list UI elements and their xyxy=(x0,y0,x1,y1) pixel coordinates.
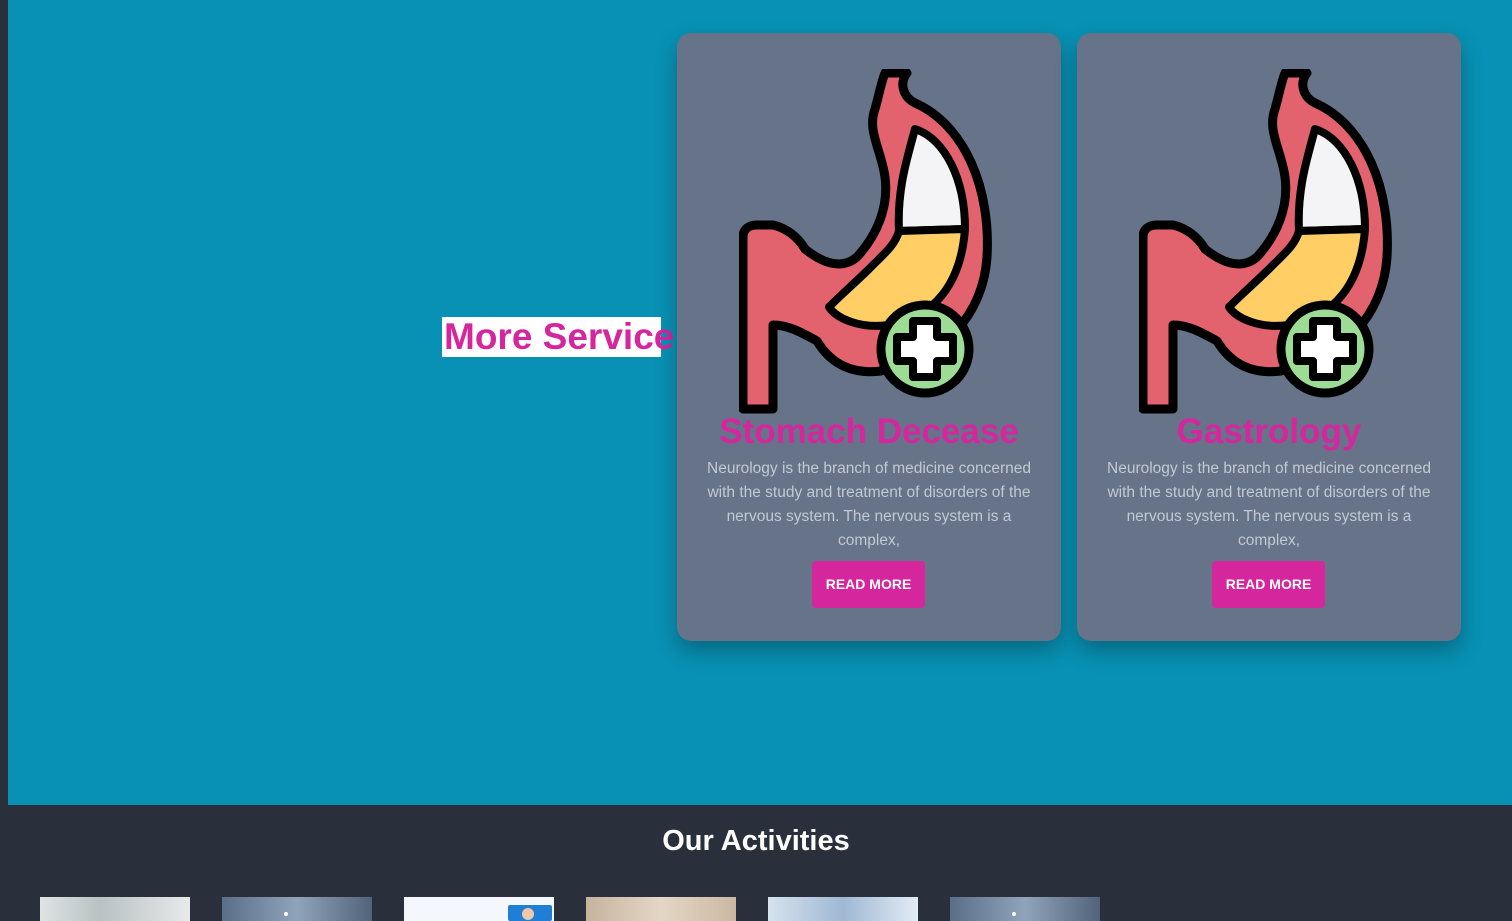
activity-photo[interactable] xyxy=(586,897,736,921)
activity-photo[interactable] xyxy=(404,897,554,921)
read-more-button[interactable]: READ MORE xyxy=(812,561,925,608)
service-card-description: Neurology is the branch of medicine conc… xyxy=(707,460,1031,549)
our-activities-section: Our Activities xyxy=(0,805,1512,921)
our-activities-heading: Our Activities xyxy=(662,825,850,857)
service-card-gastrology: Gastrology Neurology is the branch of me… xyxy=(1077,33,1461,641)
service-card-title: Gastrology xyxy=(1176,412,1362,451)
stomach-medical-icon xyxy=(1139,69,1399,415)
activity-photo[interactable] xyxy=(950,897,1100,921)
activity-photo[interactable] xyxy=(40,897,190,921)
service-card-stomach-decease: Stomach Decease Neurology is the branch … xyxy=(677,33,1061,641)
page: More Service Stomach Decease Neurology i… xyxy=(0,0,1512,921)
stomach-medical-icon xyxy=(739,69,999,415)
service-card-title: Stomach Decease xyxy=(719,412,1019,451)
activity-photo[interactable] xyxy=(768,897,918,921)
more-service-heading: More Service xyxy=(442,316,675,357)
service-card-description: Neurology is the branch of medicine conc… xyxy=(1107,460,1431,549)
read-more-button[interactable]: READ MORE xyxy=(1212,561,1325,608)
activity-photo[interactable] xyxy=(222,897,372,921)
more-services-section: More Service Stomach Decease Neurology i… xyxy=(8,0,1512,805)
